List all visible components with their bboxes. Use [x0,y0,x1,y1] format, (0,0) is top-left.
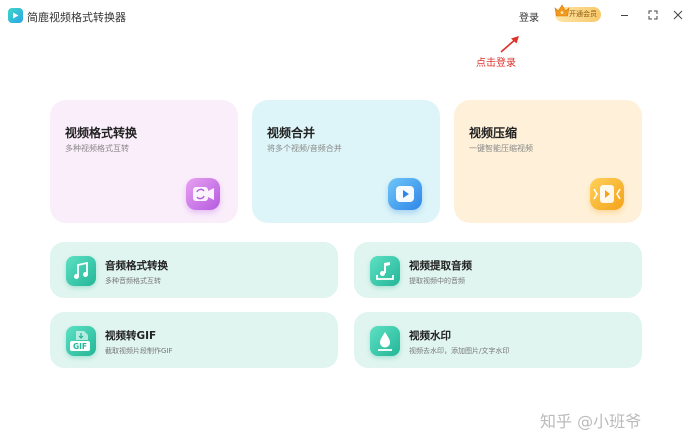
card-title: 视频合并 [267,126,316,140]
card-subtitle: 将多个视频/音频合并 [267,144,342,153]
gif-icon-label: GIF [73,342,87,351]
vip-label: 开通会员 [569,10,597,18]
card-subtitle: 多种音频格式互转 [105,277,161,285]
gif-icon: GIF [66,326,96,356]
maximize-button[interactable] [644,6,662,24]
minimize-icon [621,15,628,16]
video-convert-icon [186,178,220,210]
card-title: 音频格式转换 [105,260,168,272]
music-note-icon [66,256,96,286]
card-extract-audio[interactable]: 视频提取音频 提取视频中的音频 [354,242,642,298]
card-video-compress[interactable]: 视频压缩 一键智能压缩视频 [454,100,642,223]
card-subtitle: 多种视频格式互转 [65,144,129,153]
vip-button[interactable]: 开通会员 [554,4,601,22]
login-link[interactable]: 登录 [519,9,539,24]
card-video-to-gif[interactable]: GIF 视频转GIF 截取视频片段制作GIF [50,312,338,368]
app-title: 简鹿视频格式转换器 [27,11,126,24]
card-subtitle: 截取视频片段制作GIF [105,347,173,355]
card-video-watermark[interactable]: 视频水印 视频去水印，添加图片/文字水印 [354,312,642,368]
close-icon [673,10,683,20]
card-title: 视频提取音频 [409,260,472,272]
card-subtitle: 视频去水印，添加图片/文字水印 [409,347,510,355]
close-button[interactable] [669,6,687,24]
fullscreen-icon [648,10,658,20]
card-title: 视频转GIF [105,330,157,342]
extract-audio-icon [370,256,400,286]
watermark-drop-icon [370,326,400,356]
crown-icon [554,4,570,17]
card-video-merge[interactable]: 视频合并 将多个视频/音频合并 [252,100,440,223]
card-subtitle: 提取视频中的音频 [409,277,465,285]
watermark-text: 知乎 @小班爷 [540,412,642,431]
minimize-button[interactable] [616,6,634,24]
card-video-convert[interactable]: 视频格式转换 多种视频格式互转 [50,100,238,223]
card-audio-convert[interactable]: 音频格式转换 多种音频格式互转 [50,242,338,298]
annotation-arrow-icon [500,36,519,53]
video-merge-icon [388,178,422,210]
app-logo-icon [8,8,23,23]
annotation-text: 点击登录 [476,58,516,69]
title-bar: 简鹿视频格式转换器 登录 开通会员 [0,0,692,30]
video-compress-icon [590,178,624,210]
card-title: 视频格式转换 [65,126,138,140]
card-title: 视频水印 [409,330,451,342]
card-title: 视频压缩 [469,126,518,140]
card-subtitle: 一键智能压缩视频 [469,144,533,153]
